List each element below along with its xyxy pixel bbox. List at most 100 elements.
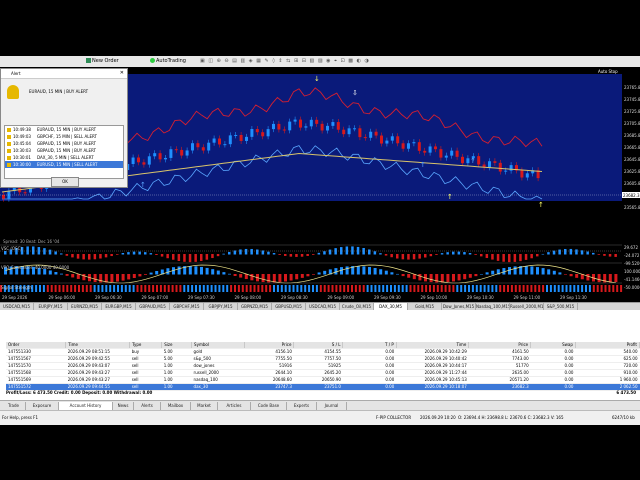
candle-body <box>212 138 216 143</box>
alert-dialog[interactable]: Alert ✕ EURAUD, 15 MIN | BUY ALERT 10:49… <box>0 68 128 188</box>
candle-body <box>417 142 421 151</box>
osc2-bar <box>272 274 276 283</box>
current-price-label: 23682.3 <box>623 193 640 198</box>
candle-body <box>369 131 373 138</box>
strength-bar <box>214 285 217 292</box>
strength-bar <box>569 285 572 292</box>
osc2-bar <box>586 274 590 281</box>
terminal-tab[interactable]: Market <box>191 402 218 410</box>
table-row[interactable]: 147551330 2026.09.29 08:51:15 buy 5.00 gold 4… <box>6 348 640 356</box>
alert-item[interactable]: 10:49:03 GBPCHF, 15 MIN | SELL ALERT <box>5 133 123 140</box>
strength-bar <box>124 285 127 292</box>
new-order-button[interactable]: New Order <box>86 57 119 65</box>
candle-body <box>525 173 529 178</box>
terminal-tab[interactable]: Journal <box>317 402 347 410</box>
osc-bar <box>564 248 567 255</box>
osc-bar <box>272 253 276 255</box>
terminal-tab[interactable]: Trade <box>2 402 26 410</box>
osc-bar <box>603 254 606 256</box>
osc-bar <box>317 252 321 255</box>
strength-bar <box>85 285 88 292</box>
alert-list[interactable]: 10:49:38 EURAUD, 15 MIN | BUY ALERT 10:49:… <box>4 125 124 179</box>
osc-bar <box>457 251 461 255</box>
auto-trading-button[interactable]: AutoTrading <box>150 57 186 65</box>
bell-icon <box>7 85 19 99</box>
osc2-bar <box>76 274 80 279</box>
table-cell: 7757.50 <box>293 355 343 363</box>
terminal-tab[interactable]: Code Base <box>251 402 287 410</box>
table-row[interactable]: 147551567 2026.09.29 09:42:55 sell 5.00 s&p_… <box>6 355 640 363</box>
ok-button[interactable]: OK <box>51 177 79 187</box>
osc-bar <box>65 254 69 256</box>
terminal-tab[interactable]: Experts <box>287 402 317 410</box>
osc-bar <box>390 254 393 258</box>
osc-bar <box>32 246 35 255</box>
table-cell: 147551568 <box>6 369 66 377</box>
table-cell: 4161.50 <box>468 348 531 356</box>
strength-bar <box>425 285 428 292</box>
osc-bar <box>312 254 315 255</box>
strength-bar <box>148 285 151 292</box>
strength-bar <box>495 285 498 292</box>
osc-bar <box>368 249 371 255</box>
table-row[interactable]: 147551570 2026.09.29 09:43:07 sell 1.00 dow_… <box>6 362 640 370</box>
strength-bar <box>226 285 229 292</box>
table-cell: 0.00 <box>530 383 576 391</box>
osc2-bar <box>116 274 119 282</box>
candle-body <box>180 149 184 156</box>
alert-item[interactable]: 10:30:03 GBPAUD, 15 MIN | BUY ALERT <box>5 147 123 154</box>
candle-body <box>266 129 270 137</box>
strength-bar <box>50 285 53 292</box>
table-cell: 2026.09.29 09:43:27 <box>65 369 130 377</box>
alert-text: GBPAUD, 15 MIN | BUY ALERT <box>36 148 96 153</box>
toolbar-icons[interactable]: ▣ ◫ ⊕ ⊖ ▤ ▥ ◈ ▦ ✎ ◊ ⇕ ⇆ ⊞ ⊟ ▧ ▨ ◉ ⌖ ⊡ ▩ … <box>200 57 370 65</box>
alert-text: GBPAUD, 15 MIN | BUY ALERT <box>36 141 96 146</box>
osc-bar <box>284 254 287 256</box>
terminal-tab[interactable]: Articles <box>218 402 251 410</box>
table-cell: 147551567 <box>6 355 66 363</box>
time-axis-label: 29 Sep 06:30 <box>95 295 122 300</box>
alert-item[interactable]: 10:30:01 DAX_30, 5 MIN | SELL ALERT <box>5 154 123 161</box>
osc2-bar <box>244 274 248 280</box>
table-row[interactable]: 147551568 2026.09.29 09:43:27 sell 1.00 russ… <box>6 369 640 377</box>
candle-body <box>304 126 308 128</box>
terminal-tab[interactable]: News <box>113 402 134 410</box>
table-cell: 0.00 <box>342 362 397 370</box>
osc-bar <box>239 249 242 255</box>
table-cell: 23682.3 <box>468 383 531 391</box>
terminal-tab[interactable]: Account History <box>59 402 113 410</box>
alert-title-bar[interactable]: Alert ✕ <box>1 69 127 79</box>
candle-body <box>385 140 389 144</box>
table-row[interactable]: 147551569 2026.09.29 09:43:27 sell 1.00 nasd… <box>6 376 640 384</box>
orders-table: Order Time Type Size Symbol Price S / LT / P Ti… <box>6 342 640 391</box>
alert-item[interactable]: 10:49:38 EURAUD, 15 MIN | BUY ALERT <box>5 126 123 133</box>
strength-bar <box>171 285 174 292</box>
table-cell: 4156.10 <box>244 348 294 356</box>
strength-bar <box>195 285 197 292</box>
close-icon[interactable]: ✕ <box>120 69 124 78</box>
strength-bar <box>440 285 443 292</box>
osc2-bar <box>138 274 142 277</box>
osc2-bar <box>228 273 231 275</box>
candle-body <box>401 143 405 149</box>
osc-bar <box>228 251 231 255</box>
table-cell: sell <box>129 376 162 384</box>
terminal-tab[interactable]: Mailbox <box>161 402 191 410</box>
osc-axis-label: 29.672 <box>624 245 638 250</box>
table-cell: 1 960.00 <box>575 376 640 384</box>
terminal-tab[interactable]: Exposure <box>26 402 59 410</box>
candle-body <box>245 136 248 141</box>
candle-body <box>174 149 178 151</box>
osc-bar <box>60 253 63 255</box>
strength-bar <box>507 285 509 292</box>
candle-body <box>272 123 275 130</box>
table-cell: 0.00 <box>530 355 576 363</box>
osc-bar <box>513 254 517 262</box>
osc-bar <box>463 252 466 255</box>
strength-bar <box>179 285 182 292</box>
profile-name[interactable]: F-PIP COLLECTOR <box>376 414 411 422</box>
alert-item[interactable]: 10:45:04 GBPAUD, 15 MIN | BUY ALERT <box>5 140 123 147</box>
alert-item[interactable]: 10:30:00 EURUSD, 15 MIN | SELL ALERT <box>5 161 123 168</box>
table-cell: 540.00 <box>575 348 640 356</box>
terminal-tab[interactable]: Alerts <box>134 402 161 410</box>
